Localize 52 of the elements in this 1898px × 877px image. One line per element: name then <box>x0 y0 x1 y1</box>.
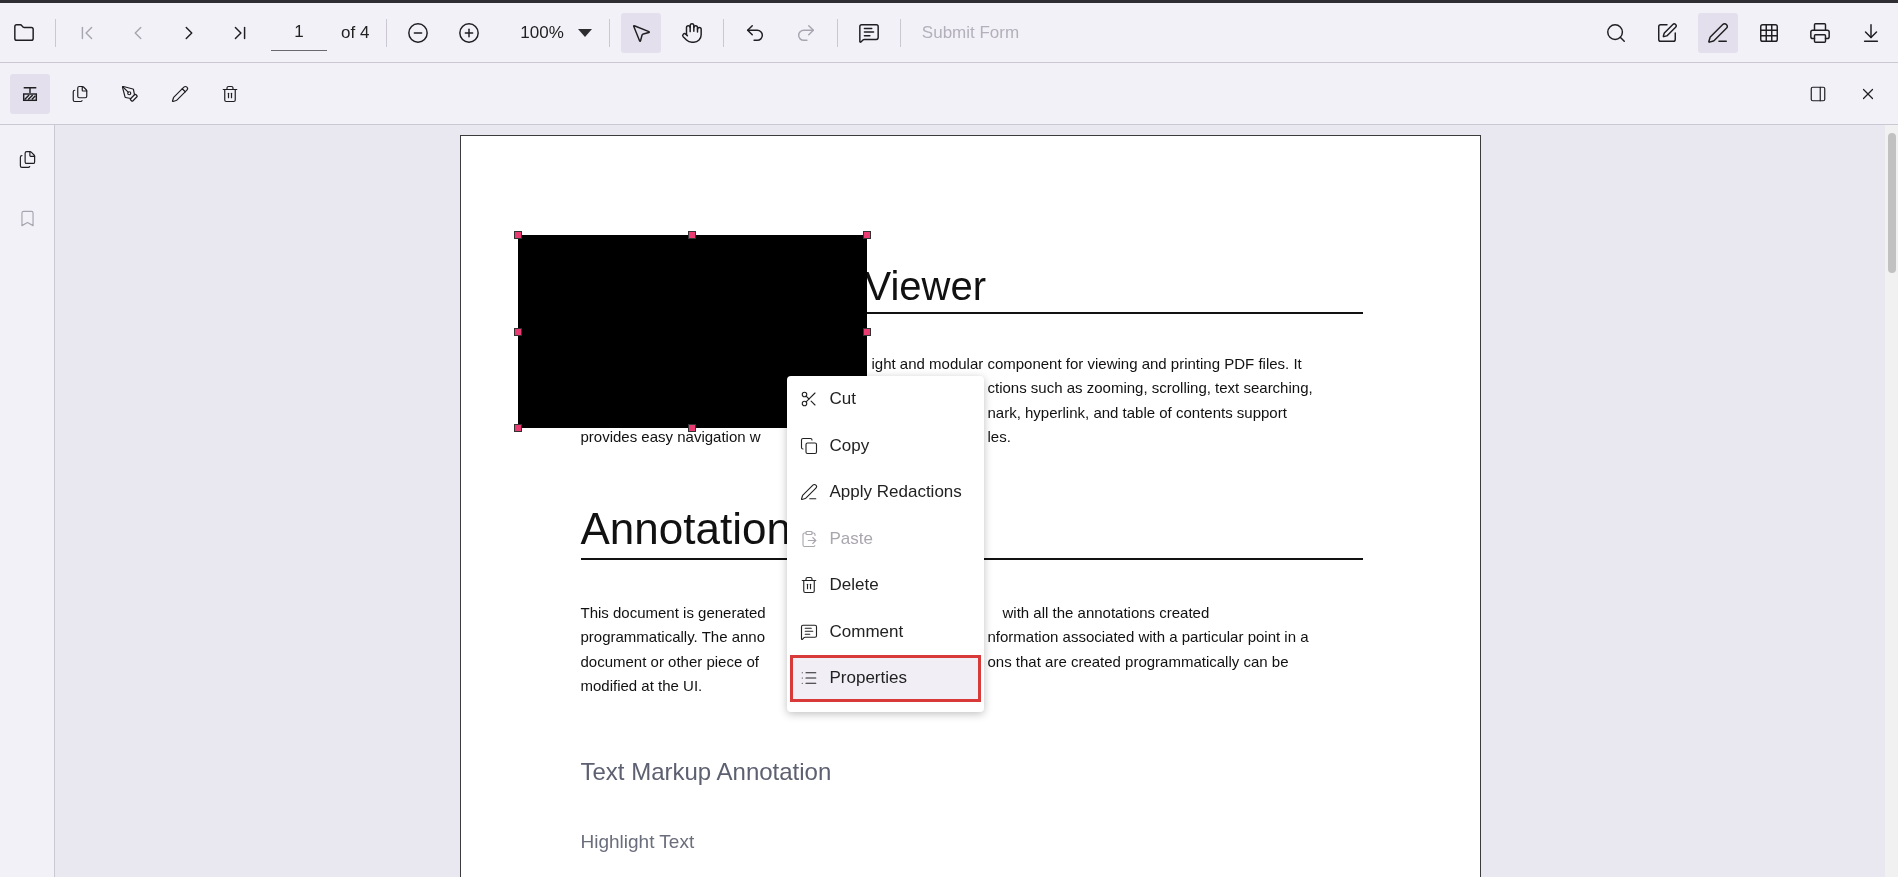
caret-icon <box>577 28 592 37</box>
trash-icon <box>221 84 239 103</box>
resize-handle[interactable] <box>513 231 522 239</box>
paragraph-text: nark, hyperlink, and table of contents support <box>987 403 1287 421</box>
comment-icon <box>799 622 818 641</box>
files-icon <box>71 84 89 103</box>
panel-icon <box>1809 84 1827 103</box>
pen-icon <box>1707 21 1729 44</box>
page-number-field[interactable]: 1 <box>271 14 327 51</box>
resize-handle[interactable] <box>688 231 696 239</box>
paragraph-text: ons that are created programmatically can be <box>987 652 1289 670</box>
paragraph-text: modified at the UI. <box>580 677 703 695</box>
select-tool-button[interactable] <box>620 12 661 53</box>
trash-icon <box>799 576 818 595</box>
square-pen-icon <box>1656 21 1678 44</box>
paragraph-text: programmatically. The anno <box>580 628 766 646</box>
resize-handle[interactable] <box>513 424 522 432</box>
grid-icon <box>1758 21 1780 44</box>
resize-handle[interactable] <box>862 231 871 239</box>
paragraph-text: provides easy navigation w <box>580 428 761 446</box>
paragraph-text: les. <box>987 428 1011 446</box>
menu-item[interactable]: Comment <box>786 608 984 655</box>
pen-nib-icon <box>121 84 139 103</box>
pencil-icon <box>171 84 189 103</box>
subsection-heading: Text Markup Annotation <box>580 758 832 785</box>
paragraph-text: document or other piece of <box>580 652 759 670</box>
pen-icon <box>799 483 818 502</box>
subsection-heading: Highlight Text <box>580 831 695 852</box>
zoom-dropdown[interactable]: 100% <box>500 12 598 53</box>
scrollbar[interactable] <box>1885 125 1898 877</box>
annotation-button[interactable] <box>1698 12 1738 53</box>
print-icon <box>1809 21 1831 44</box>
paragraph-text: This document is generated <box>580 603 766 621</box>
scissors-icon <box>799 390 818 409</box>
menu-item[interactable]: Delete <box>786 562 984 609</box>
menu-item[interactable]: Copy <box>786 422 984 469</box>
resize-handle[interactable] <box>862 327 871 336</box>
text-redact-icon <box>21 84 39 103</box>
paragraph-text: nformation associated with a particular point in a <box>987 628 1309 646</box>
copy-icon <box>799 436 818 455</box>
page-count: of 4 <box>341 22 370 43</box>
redact-tool-button[interactable] <box>10 73 50 114</box>
menu-item[interactable]: Properties <box>789 655 981 702</box>
menu-item[interactable]: Cut <box>786 376 984 423</box>
resize-handle[interactable] <box>513 327 522 336</box>
document-title: Viewer <box>864 264 987 308</box>
paragraph-text: ctions such as zooming, scrolling, text searching, <box>987 379 1313 397</box>
paste-icon <box>799 529 818 548</box>
paragraph-text: with all the annotations created <box>1002 603 1210 621</box>
paragraph-text: ight and modular component for viewing and printing PDF files. It <box>871 354 1302 372</box>
resize-handle[interactable] <box>688 424 696 432</box>
search-icon <box>1605 21 1627 44</box>
